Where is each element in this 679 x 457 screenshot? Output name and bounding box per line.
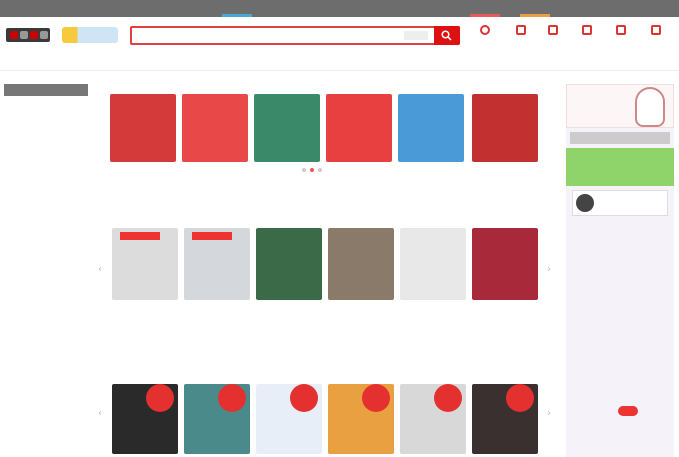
product-card[interactable] (184, 228, 250, 310)
header-gift-button[interactable] (576, 25, 598, 49)
mascot-image (635, 87, 665, 127)
ranking-card[interactable] (256, 384, 322, 454)
sidebar-heading (4, 84, 88, 96)
product-card[interactable] (112, 228, 178, 310)
product-card[interactable] (472, 228, 538, 310)
chevron-left-icon[interactable]: ‹ (98, 408, 102, 419)
rank-badge (506, 384, 534, 412)
sale-tag (120, 232, 160, 240)
header-favorites-button[interactable] (510, 25, 532, 49)
banner-item[interactable] (110, 94, 176, 162)
rank-badge (434, 384, 462, 412)
product-image (112, 228, 178, 300)
rank-badge (146, 384, 174, 412)
heart-icon (516, 25, 526, 35)
gift-icon (582, 25, 592, 35)
chevron-right-icon[interactable]: › (547, 264, 551, 275)
product-card[interactable] (400, 228, 466, 310)
ranking-card[interactable] (472, 384, 538, 454)
member-panel (566, 84, 674, 457)
campaign-logo[interactable] (62, 27, 118, 43)
avatar (576, 194, 594, 212)
product-image (400, 384, 466, 454)
header-cart-button[interactable] (645, 25, 667, 49)
header-user-button[interactable] (474, 25, 496, 49)
bell-icon (616, 25, 626, 35)
user-box[interactable] (572, 190, 668, 216)
search-bar (130, 26, 460, 45)
search-input[interactable] (132, 28, 402, 43)
rank-badge (218, 384, 246, 412)
category-sidebar (4, 84, 88, 457)
site-logo[interactable] (6, 28, 50, 42)
ranking-card[interactable] (400, 384, 466, 454)
chevron-left-icon[interactable]: ‹ (98, 264, 102, 275)
product-image (472, 228, 538, 300)
product-image (184, 384, 250, 454)
carousel-dots[interactable] (300, 166, 324, 174)
product-image (184, 228, 250, 300)
browser-top-strip (0, 0, 679, 17)
search-scope-select[interactable] (404, 31, 428, 40)
banner-item[interactable] (326, 94, 392, 162)
site-header (0, 17, 679, 53)
product-image (256, 228, 322, 300)
product-card[interactable] (328, 228, 394, 310)
product-image (472, 384, 538, 454)
ranking-card[interactable] (112, 384, 178, 454)
product-card[interactable] (256, 228, 322, 310)
product-image (400, 228, 466, 300)
ranking-card[interactable] (328, 384, 394, 454)
search-icon (441, 30, 452, 41)
category-nav (0, 53, 679, 71)
rank-badge (290, 384, 318, 412)
banner-item[interactable] (182, 94, 248, 162)
person-icon (480, 25, 490, 35)
product-image (328, 384, 394, 454)
banner-carousel (110, 94, 542, 162)
product-image (112, 384, 178, 454)
ranking-card[interactable] (184, 384, 250, 454)
login-button[interactable] (566, 148, 674, 186)
mail-icon (548, 25, 558, 35)
chevron-right-icon[interactable]: › (547, 408, 551, 419)
header-notice-button[interactable] (610, 25, 632, 49)
banner-item[interactable] (398, 94, 464, 162)
panel-label (570, 132, 670, 144)
banner-item[interactable] (254, 94, 320, 162)
promo-box[interactable] (566, 84, 674, 128)
product-image (256, 384, 322, 454)
sale-tag (192, 232, 232, 240)
banner-item[interactable] (472, 94, 538, 162)
cart-icon (651, 25, 661, 35)
search-button[interactable] (434, 26, 460, 45)
product-image (328, 228, 394, 300)
header-mail-button[interactable] (542, 25, 564, 49)
panel-badge[interactable] (618, 406, 638, 416)
rank-badge (362, 384, 390, 412)
